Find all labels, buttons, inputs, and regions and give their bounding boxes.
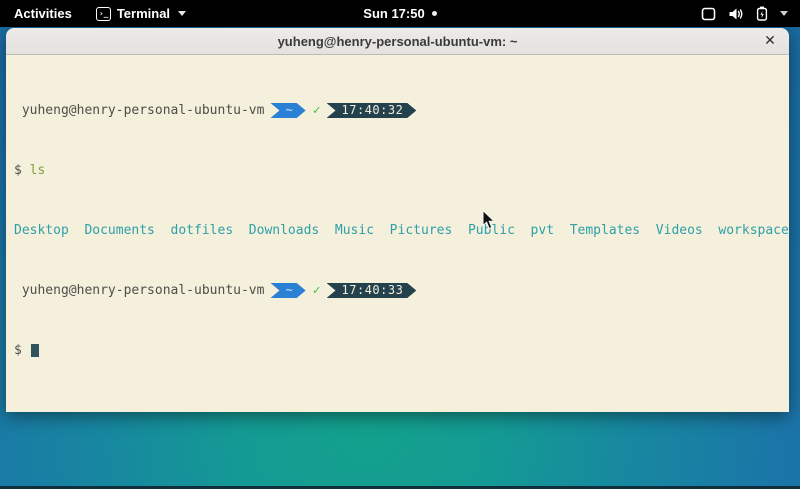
notification-dot-icon: [432, 11, 437, 16]
chevron-down-icon: [178, 11, 186, 16]
powerline-path-segment: ~: [270, 283, 305, 298]
clock[interactable]: Sun 17:50: [363, 6, 424, 21]
input-line[interactable]: $: [14, 343, 785, 358]
status-check-icon: ✓: [313, 103, 321, 118]
activities-label: Activities: [14, 6, 72, 21]
app-menu-label: Terminal: [117, 6, 170, 21]
chevron-down-icon: [780, 11, 788, 16]
command-line: $ ls: [14, 163, 785, 178]
activities-button[interactable]: Activities: [0, 0, 86, 27]
terminal-content[interactable]: yuheng@henry-personal-ubuntu-vm ~ ✓ 17:4…: [6, 55, 789, 412]
text-cursor: [31, 344, 39, 357]
window-title: yuheng@henry-personal-ubuntu-vm: ~: [278, 34, 518, 49]
app-menu-terminal[interactable]: ›_ Terminal: [86, 0, 196, 27]
system-status-area[interactable]: [689, 0, 800, 27]
shell-prompt-symbol: $: [14, 343, 30, 358]
screen-icon: [701, 7, 716, 21]
powerline-time-segment: 17:40:32: [327, 103, 417, 118]
close-icon[interactable]: ✕: [759, 30, 781, 52]
prompt-line-1: yuheng@henry-personal-ubuntu-vm ~ ✓ 17:4…: [14, 103, 785, 118]
prompt-user: yuheng@henry-personal-ubuntu-vm: [14, 103, 264, 118]
window-titlebar[interactable]: yuheng@henry-personal-ubuntu-vm: ~ ✕: [6, 28, 789, 55]
volume-icon: [728, 7, 744, 21]
terminal-icon: ›_: [96, 7, 111, 21]
desktop-background: yuheng@henry-personal-ubuntu-vm: ~ ✕ yuh…: [0, 27, 800, 489]
prompt-line-2: yuheng@henry-personal-ubuntu-vm ~ ✓ 17:4…: [14, 283, 785, 298]
ls-output: Desktop Documents dotfiles Downloads Mus…: [14, 223, 785, 238]
typed-command: ls: [30, 163, 46, 178]
shell-prompt-symbol: $: [14, 163, 30, 178]
battery-charging-icon: [756, 6, 768, 21]
status-check-icon: ✓: [313, 283, 321, 298]
terminal-window: yuheng@henry-personal-ubuntu-vm: ~ ✕ yuh…: [6, 28, 789, 412]
prompt-user: yuheng@henry-personal-ubuntu-vm: [14, 283, 264, 298]
top-bar: Activities ›_ Terminal Sun 17:50: [0, 0, 800, 27]
powerline-time-segment: 17:40:33: [327, 283, 417, 298]
powerline-path-segment: ~: [270, 103, 305, 118]
top-bar-left: Activities ›_ Terminal: [0, 0, 196, 27]
